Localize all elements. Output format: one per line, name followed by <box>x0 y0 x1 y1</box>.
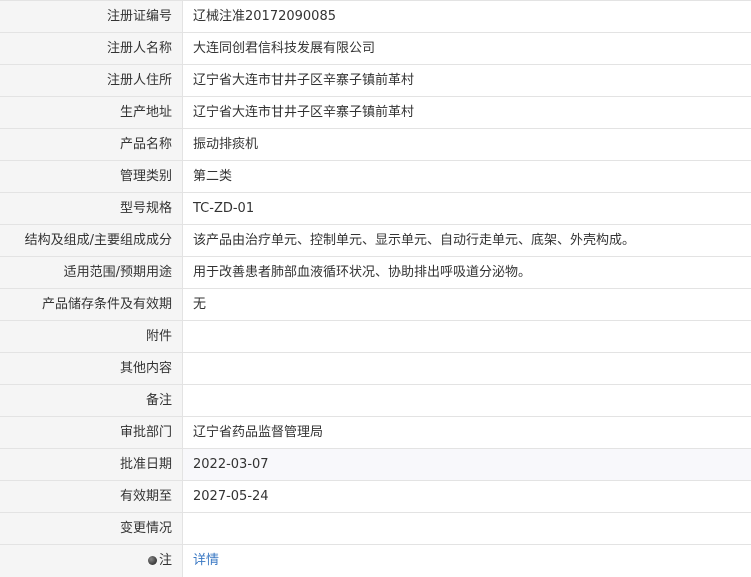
label-valid-until: 有效期至 <box>0 481 183 512</box>
value-note: 详情 <box>183 545 751 577</box>
value-storage-validity: 无 <box>183 289 751 320</box>
row-structure-composition: 结构及组成/主要组成成分 该产品由治疗单元、控制单元、显示单元、自动行走单元、底… <box>0 225 751 257</box>
value-other-content <box>183 353 751 384</box>
label-management-category: 管理类别 <box>0 161 183 192</box>
label-attachment: 附件 <box>0 321 183 352</box>
value-structure-composition: 该产品由治疗单元、控制单元、显示单元、自动行走单元、底架、外壳构成。 <box>183 225 751 256</box>
row-change-status: 变更情况 <box>0 513 751 545</box>
value-approval-date: 2022-03-07 <box>183 449 751 480</box>
row-approval-date: 批准日期 2022-03-07 <box>0 449 751 481</box>
value-registration-number: 辽械注准20172090085 <box>183 1 751 32</box>
row-registration-number: 注册证编号 辽械注准20172090085 <box>0 1 751 33</box>
value-registrant-address: 辽宁省大连市甘井子区辛寨子镇前革村 <box>183 65 751 96</box>
label-intended-use: 适用范围/预期用途 <box>0 257 183 288</box>
pin-icon <box>147 556 157 565</box>
value-valid-until: 2027-05-24 <box>183 481 751 512</box>
row-registrant-name: 注册人名称 大连同创君信科技发展有限公司 <box>0 33 751 65</box>
label-structure-composition: 结构及组成/主要组成成分 <box>0 225 183 256</box>
row-model-spec: 型号规格 TC-ZD-01 <box>0 193 751 225</box>
value-remarks <box>183 385 751 416</box>
label-product-name: 产品名称 <box>0 129 183 160</box>
value-attachment <box>183 321 751 352</box>
row-storage-validity: 产品储存条件及有效期 无 <box>0 289 751 321</box>
label-note: 注 <box>0 545 183 577</box>
value-change-status <box>183 513 751 544</box>
row-approval-department: 审批部门 辽宁省药品监督管理局 <box>0 417 751 449</box>
value-production-address: 辽宁省大连市甘井子区辛寨子镇前革村 <box>183 97 751 128</box>
row-note: 注 详情 <box>0 545 751 577</box>
label-other-content: 其他内容 <box>0 353 183 384</box>
row-other-content: 其他内容 <box>0 353 751 385</box>
row-registrant-address: 注册人住所 辽宁省大连市甘井子区辛寨子镇前革村 <box>0 65 751 97</box>
label-registrant-name: 注册人名称 <box>0 33 183 64</box>
label-production-address: 生产地址 <box>0 97 183 128</box>
value-product-name: 振动排痰机 <box>183 129 751 160</box>
registration-detail-table: 注册证编号 辽械注准20172090085 注册人名称 大连同创君信科技发展有限… <box>0 0 751 577</box>
label-remarks: 备注 <box>0 385 183 416</box>
label-model-spec: 型号规格 <box>0 193 183 224</box>
label-approval-department: 审批部门 <box>0 417 183 448</box>
row-attachment: 附件 <box>0 321 751 353</box>
value-model-spec: TC-ZD-01 <box>183 193 751 224</box>
label-registrant-address: 注册人住所 <box>0 65 183 96</box>
value-management-category: 第二类 <box>183 161 751 192</box>
row-valid-until: 有效期至 2027-05-24 <box>0 481 751 513</box>
label-change-status: 变更情况 <box>0 513 183 544</box>
value-registrant-name: 大连同创君信科技发展有限公司 <box>183 33 751 64</box>
details-link[interactable]: 详情 <box>193 553 219 568</box>
row-product-name: 产品名称 振动排痰机 <box>0 129 751 161</box>
value-intended-use: 用于改善患者肺部血液循环状况、协助排出呼吸道分泌物。 <box>183 257 751 288</box>
row-production-address: 生产地址 辽宁省大连市甘井子区辛寨子镇前革村 <box>0 97 751 129</box>
label-approval-date: 批准日期 <box>0 449 183 480</box>
label-storage-validity: 产品储存条件及有效期 <box>0 289 183 320</box>
value-approval-department: 辽宁省药品监督管理局 <box>183 417 751 448</box>
row-management-category: 管理类别 第二类 <box>0 161 751 193</box>
label-registration-number: 注册证编号 <box>0 1 183 32</box>
note-label: 注 <box>158 553 172 568</box>
row-intended-use: 适用范围/预期用途 用于改善患者肺部血液循环状况、协助排出呼吸道分泌物。 <box>0 257 751 289</box>
row-remarks: 备注 <box>0 385 751 417</box>
